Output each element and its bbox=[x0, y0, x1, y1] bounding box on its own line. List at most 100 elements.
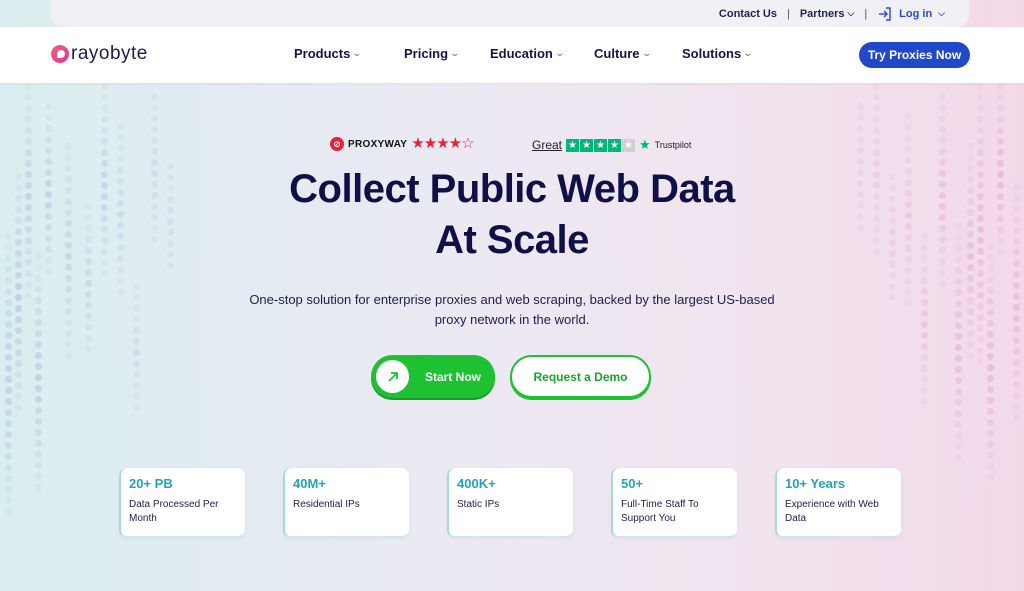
dot bbox=[966, 198, 974, 205]
dot-column bbox=[100, 83, 108, 277]
dot bbox=[150, 137, 158, 144]
trustpilot-name: Trustpilot bbox=[654, 140, 692, 150]
dot bbox=[24, 105, 32, 112]
dot bbox=[856, 191, 864, 198]
try-proxies-button[interactable]: Try Proxies Now bbox=[859, 42, 970, 68]
dot bbox=[920, 310, 928, 317]
dot bbox=[938, 126, 946, 133]
dot bbox=[872, 193, 880, 200]
dot bbox=[4, 464, 12, 471]
stat-label: Data Processed Per Month bbox=[129, 499, 219, 524]
dot bbox=[14, 173, 22, 180]
dot bbox=[938, 214, 946, 221]
dot bbox=[132, 294, 140, 301]
nav-menu: Products ⌄ Pricing ⌄ Education ⌄ Culture… bbox=[294, 46, 772, 61]
dot bbox=[100, 171, 108, 178]
dot bbox=[24, 182, 32, 189]
trustpilot-rating[interactable]: Great ★ ★ ★ ★ ★ ★ Trustpilot bbox=[532, 137, 691, 153]
dot bbox=[4, 332, 12, 339]
nav-item-pricing[interactable]: Pricing ⌄ bbox=[404, 46, 490, 61]
chevron-down-icon: ⌄ bbox=[742, 48, 754, 58]
dot bbox=[976, 171, 984, 178]
dot bbox=[34, 363, 42, 370]
dot bbox=[116, 167, 124, 174]
dot bbox=[938, 159, 946, 166]
dot bbox=[14, 250, 22, 257]
dot bbox=[1012, 381, 1020, 388]
dot bbox=[64, 143, 72, 150]
dot bbox=[1012, 348, 1020, 355]
request-demo-button[interactable]: Request a Demo bbox=[510, 355, 651, 398]
dot bbox=[44, 103, 52, 110]
dot bbox=[976, 83, 984, 90]
dot bbox=[44, 246, 52, 253]
dot bbox=[44, 180, 52, 187]
dot bbox=[986, 265, 994, 272]
dot bbox=[872, 149, 880, 156]
proxyway-rating[interactable]: ⊘ PROXYWAY ★★★★☆ bbox=[330, 135, 475, 152]
partners-dropdown[interactable]: Partners ⌵ bbox=[800, 8, 854, 20]
dot bbox=[938, 192, 946, 199]
contact-us-link[interactable]: Contact Us bbox=[719, 8, 777, 20]
nav-item-products[interactable]: Products ⌄ bbox=[294, 46, 404, 61]
dot bbox=[44, 169, 52, 176]
dot bbox=[116, 266, 124, 273]
dot bbox=[100, 204, 108, 211]
dot bbox=[4, 244, 12, 251]
dot bbox=[64, 176, 72, 183]
dot bbox=[84, 214, 92, 221]
dot bbox=[14, 360, 22, 367]
dot bbox=[4, 453, 12, 460]
dot bbox=[966, 308, 974, 315]
start-now-button[interactable]: Start Now bbox=[371, 355, 495, 398]
dot bbox=[986, 452, 994, 459]
nav-item-solutions[interactable]: Solutions ⌄ bbox=[682, 46, 772, 61]
dot bbox=[1012, 227, 1020, 234]
dot bbox=[954, 344, 962, 351]
dot bbox=[64, 319, 72, 326]
dot bbox=[954, 267, 962, 274]
logo[interactable]: rayobyte bbox=[51, 43, 148, 65]
dot bbox=[132, 305, 140, 312]
dot bbox=[1012, 205, 1020, 212]
dot bbox=[24, 259, 32, 266]
proxyway-stars: ★★★★☆ bbox=[411, 135, 474, 152]
nav-item-education[interactable]: Education ⌄ bbox=[490, 46, 594, 61]
star-filled-icon: ★ bbox=[566, 138, 580, 152]
dot bbox=[34, 253, 42, 260]
dot bbox=[938, 115, 946, 122]
dot bbox=[954, 443, 962, 450]
nav-item-culture[interactable]: Culture ⌄ bbox=[594, 46, 682, 61]
star-filled-icon: ★ bbox=[423, 135, 437, 152]
dot-column bbox=[132, 283, 140, 411]
dot bbox=[14, 382, 22, 389]
dot bbox=[34, 462, 42, 469]
dot bbox=[872, 138, 880, 145]
dot bbox=[166, 240, 174, 247]
dot bbox=[24, 226, 32, 233]
dot bbox=[872, 182, 880, 189]
stat-label: Static IPs bbox=[457, 499, 500, 510]
chevron-down-icon: ⌄ bbox=[351, 48, 363, 58]
dot bbox=[996, 149, 1004, 156]
dot bbox=[84, 313, 92, 320]
dot bbox=[976, 248, 984, 255]
dot bbox=[44, 213, 52, 220]
dot bbox=[976, 303, 984, 310]
dot bbox=[64, 198, 72, 205]
dot bbox=[34, 374, 42, 381]
dot bbox=[44, 268, 52, 275]
dot bbox=[132, 382, 140, 389]
dot bbox=[132, 283, 140, 290]
login-link[interactable]: Log in ⌵ bbox=[877, 6, 945, 22]
dot bbox=[150, 181, 158, 188]
dot bbox=[100, 138, 108, 145]
dot bbox=[84, 236, 92, 243]
dot bbox=[1012, 260, 1020, 267]
dot bbox=[904, 135, 912, 142]
dot bbox=[166, 185, 174, 192]
dot bbox=[14, 184, 22, 191]
dot bbox=[954, 355, 962, 362]
dot bbox=[100, 270, 108, 277]
dot bbox=[14, 294, 22, 301]
